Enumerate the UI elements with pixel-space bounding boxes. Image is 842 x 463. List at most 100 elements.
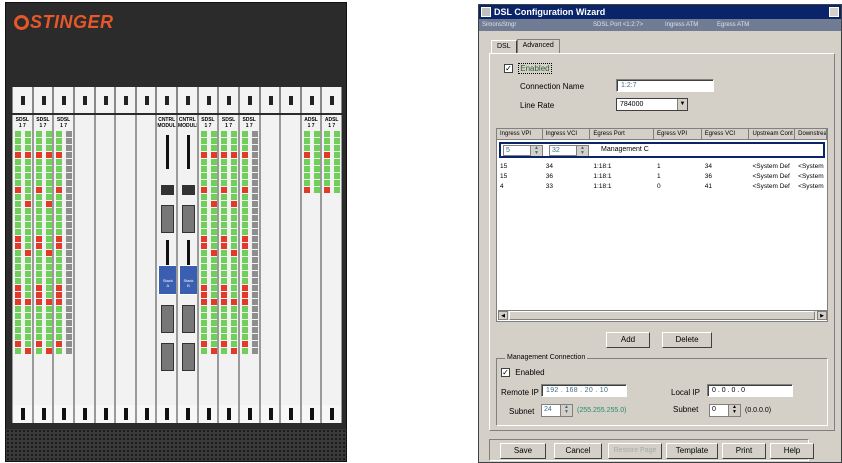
port-status-led (200, 159, 207, 165)
table-cell: 34 (704, 163, 712, 170)
port-status-led (35, 152, 42, 158)
subnet-spinner[interactable]: 24 ▲ ▼ (541, 404, 573, 417)
table-edit-row[interactable]: 5 ▲ ▼ 32 ▲ ▼ Management C (499, 142, 825, 158)
port-status-led (45, 222, 52, 228)
scroll-thumb[interactable] (509, 311, 815, 320)
column-header[interactable]: Downstream (795, 129, 827, 139)
port-status-led (210, 341, 217, 347)
port-status-led (241, 334, 248, 340)
port-status-led (231, 215, 238, 221)
card-ejector-handle (218, 87, 239, 113)
port-status-led (221, 180, 228, 186)
port-status-led (66, 278, 73, 284)
column-header[interactable]: Egress VPI (654, 129, 702, 139)
tab-dsl[interactable]: DSL (491, 40, 517, 54)
restore-page-button[interactable]: Restore Page (608, 443, 662, 459)
ingress-vci-spinner[interactable]: 32 ▲ ▼ (549, 145, 589, 156)
scroll-left-icon[interactable]: ◀ (498, 311, 508, 320)
window-control-button[interactable] (829, 7, 839, 17)
port-status-led (200, 229, 207, 235)
spinner-arrows-icon[interactable]: ▲ ▼ (576, 146, 588, 156)
column-header[interactable]: Ingress VCI (543, 129, 591, 139)
table-row[interactable]: 4 33 1:18:1 0 41 <System Def <System (497, 182, 827, 192)
port-status-led (334, 166, 341, 172)
status-led-column (66, 131, 73, 355)
local-subnet-mask-text: (0.0.0.0) (745, 407, 772, 414)
ingress-vpi-spinner[interactable]: 5 ▲ ▼ (503, 145, 543, 156)
port-status-led (45, 229, 52, 235)
port-status-led (200, 250, 207, 256)
port-status-led (45, 348, 52, 354)
port-status-led (210, 152, 217, 158)
tab-advanced[interactable]: Advanced (516, 39, 560, 53)
port-status-led (45, 180, 52, 186)
help-button[interactable]: Help (770, 443, 814, 459)
table-row[interactable]: 15 34 1:18:1 1 34 <System Def <System (497, 162, 827, 172)
column-header[interactable]: Ingress VPI (497, 129, 543, 139)
port-status-led (241, 159, 248, 165)
table-cell: <System (798, 163, 824, 170)
port-status-led (45, 327, 52, 333)
column-header[interactable]: Egress Port (590, 129, 655, 139)
connection-name-input[interactable]: 1:2:7 (616, 79, 714, 92)
column-header[interactable]: Upstream Cont (749, 129, 796, 139)
stack-indicator: Stack B (179, 265, 197, 295)
table-cell: 4 (500, 183, 504, 190)
port-status-led (210, 264, 217, 270)
port-status-led (56, 229, 63, 235)
remote-ip-input[interactable]: 192 . 168 . 20 . 10 (541, 384, 627, 397)
template-button[interactable]: Template (666, 443, 718, 459)
cancel-button[interactable]: Cancel (554, 443, 602, 459)
card-latch-handle (301, 405, 321, 423)
port-status-led (221, 194, 228, 200)
port-status-led (241, 264, 248, 270)
enabled-checkbox[interactable]: ✓ (504, 64, 513, 74)
spinner-arrows-icon[interactable]: ▲ ▼ (560, 405, 572, 416)
scroll-right-icon[interactable]: ▶ (817, 311, 827, 320)
port-status-led (25, 201, 31, 207)
port-status-led (221, 299, 228, 305)
port-status-led (45, 264, 52, 270)
port-status-led (15, 166, 21, 172)
print-button[interactable]: Print (722, 443, 766, 459)
table-cell: 1 (657, 163, 661, 170)
port-status-led (66, 138, 73, 144)
spinner-arrows-icon[interactable]: ▲ ▼ (530, 146, 542, 156)
card-ejector-handle (115, 87, 136, 113)
mgmt-enabled-checkbox[interactable]: ✓ (501, 368, 510, 378)
port-status-led (25, 271, 31, 277)
port-status-led (231, 152, 238, 158)
egress-port-edit[interactable]: Management C (601, 146, 649, 153)
port-status-led (324, 187, 331, 193)
port-status-led (241, 201, 248, 207)
column-header[interactable]: Egress VCI (702, 129, 750, 139)
port-status-led (56, 278, 63, 284)
spinner-arrows-icon[interactable]: ▲ ▼ (728, 405, 740, 416)
port-status-led (324, 166, 331, 172)
port-status-led (210, 306, 217, 312)
port-status-led (25, 229, 31, 235)
port-status-led (221, 145, 228, 151)
local-ip-input[interactable]: 0 . 0 . 0 . 0 (707, 384, 793, 397)
port-status-led (200, 334, 207, 340)
delete-button[interactable]: Delete (662, 332, 712, 348)
local-subnet-spinner[interactable]: 0 ▲ ▼ (709, 404, 741, 417)
port-status-led (56, 264, 63, 270)
port-status-led (231, 243, 238, 249)
port-status-led (221, 243, 228, 249)
line-rate-select[interactable]: 784000 ▼ (616, 98, 688, 111)
port-status-led (210, 180, 217, 186)
port-status-led (251, 222, 258, 228)
port-status-led (200, 299, 207, 305)
port-status-led (25, 166, 31, 172)
line-card-slot: SDSL 1 7 (238, 115, 260, 423)
empty-card-slot (280, 115, 301, 423)
save-button[interactable]: Save (500, 443, 546, 459)
add-button[interactable]: Add (606, 332, 650, 348)
port-status-led (66, 215, 73, 221)
horizontal-scrollbar[interactable]: ◀ ▶ (498, 310, 827, 320)
port-status-led (15, 334, 21, 340)
table-row[interactable]: 15 36 1:18:1 1 36 <System Def <System (497, 172, 827, 182)
oc3-port-icon (182, 305, 195, 333)
port-status-led (15, 215, 21, 221)
